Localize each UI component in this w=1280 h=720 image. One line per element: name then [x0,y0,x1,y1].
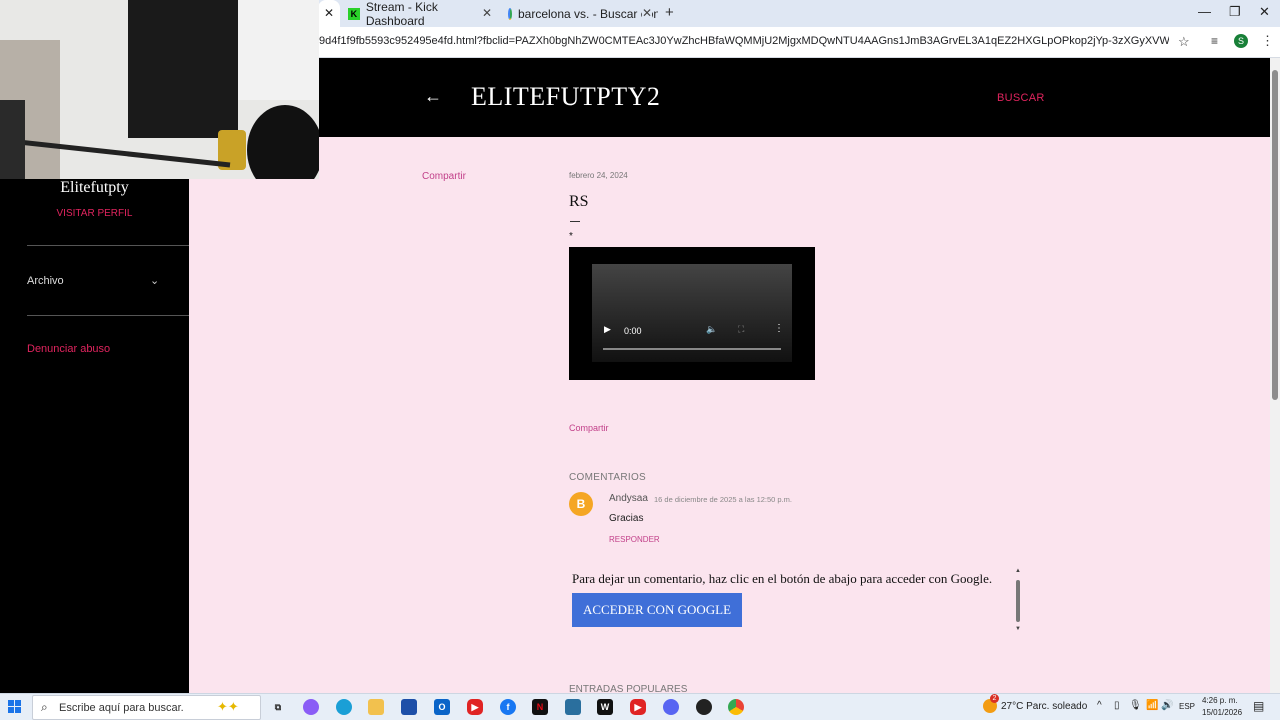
chrome-icon[interactable] [728,699,744,715]
device-icon[interactable]: ▯ [1114,700,1120,711]
discord-icon[interactable] [663,699,679,715]
volume-icon[interactable]: 🔊 [1161,700,1173,711]
copilot-sparkle-icon[interactable]: ✦✦ [217,699,239,715]
scroll-thumb[interactable] [1016,580,1020,622]
file-explorer-icon[interactable] [368,699,384,715]
active-tab-fragment[interactable]: ✕ [318,0,340,27]
google-signin-button[interactable]: ACCEDER CON GOOGLE [572,593,742,627]
post-body-text: * [569,231,573,242]
volume-icon[interactable]: 🔈 [706,324,717,335]
video-player[interactable]: ▶ 0:00 🔈 ⛶ ⋮ [569,247,815,380]
post-date: febrero 24, 2024 [569,171,628,180]
signin-message: Para dejar un comentario, haz clic en el… [572,571,993,586]
back-arrow-icon[interactable]: ← [424,86,442,107]
scroll-down-icon[interactable]: ▼ [1015,626,1021,632]
facebook-icon[interactable]: f [500,699,516,715]
menu-dots-icon[interactable]: ⋮ [1261,33,1274,49]
minimize-icon[interactable]: — [1198,4,1211,19]
scroll-up-icon[interactable]: ▲ [1015,568,1021,574]
network-icon[interactable]: 📶 [1146,700,1158,711]
notifications-icon[interactable]: ▤ [1253,699,1264,713]
store-icon[interactable] [401,699,417,715]
share-button[interactable]: Compartir [422,171,466,182]
media-icon[interactable] [565,699,581,715]
comment-frame-scrollbar[interactable]: ▲ ▼ [1014,568,1022,634]
comments-heading: COMENTARIOS [569,472,647,483]
task-view-icon[interactable]: ⧉ [270,699,286,715]
search-button[interactable]: BUSCAR [997,92,1045,104]
language-indicator[interactable]: ESP [1179,702,1195,711]
restore-icon[interactable]: ❐ [1229,4,1241,20]
more-options-icon[interactable]: ⋮ [774,323,784,334]
netflix-icon[interactable]: N [532,699,548,715]
archive-toggle[interactable]: Archivo [27,275,64,287]
comment-date[interactable]: 16 de diciembre de 2025 a las 12:50 p.m. [654,495,792,504]
google-icon [508,7,512,20]
profile-avatar[interactable]: S [1234,34,1248,48]
comment-text: Gracias [609,513,644,524]
clock-date[interactable]: 15/01/2026 [1202,708,1242,717]
play-icon[interactable]: ▶ [604,324,611,335]
visit-profile-link[interactable]: VISITAR PERFIL [0,208,189,219]
tab-title: Stream - Kick Dashboard [365,0,438,28]
kick-icon: K [348,7,360,20]
bookmark-star-icon[interactable]: ☆ [1178,34,1190,50]
weather-status[interactable]: 27°C Parc. soleado [1001,701,1087,712]
wikipedia-icon[interactable]: W [597,699,613,715]
reply-button[interactable]: RESPONDER [609,535,660,544]
video-progress-bar[interactable] [603,348,781,350]
divider [570,221,580,222]
scroll-thumb[interactable] [1272,70,1278,400]
youtube-icon[interactable]: ▶ [467,699,483,715]
close-icon[interactable]: ✕ [482,6,492,20]
taskbar-search-input[interactable]: ⌕ Escribe aquí para buscar. ✦✦ [32,695,261,720]
post-title[interactable]: RS [569,193,589,211]
fullscreen-icon[interactable]: ⛶ [738,324,744,335]
blog-header: ← ELITEFUTPTY2 BUSCAR [319,58,1270,137]
sidebar: Elitefutpty VISITAR PERFIL Archivo ⌄ Den… [0,179,189,693]
url-field[interactable]: 9d4f1f9fb5593c952495e4fd.html?fbclid=PAZ… [319,35,1169,47]
tab-google-search[interactable]: barcelona vs. - Buscar con Goo ✕ [508,0,658,27]
share-button[interactable]: Compartir [569,423,609,433]
search-icon: ⌕ [41,700,48,714]
clock-time[interactable]: 4:26 p. m. [1202,696,1238,705]
blog-title[interactable]: ELITEFUTPTY2 [471,82,660,112]
search-placeholder: Escribe aquí para buscar. [59,702,184,714]
close-icon[interactable]: ✕ [324,6,334,20]
microphone-icon[interactable]: 🎙 [1129,700,1142,711]
close-icon[interactable]: ✕ [641,6,652,20]
video-frame: ▶ 0:00 🔈 ⛶ ⋮ [592,264,792,362]
edge-icon[interactable] [336,699,352,715]
webcam-overlay [0,0,319,179]
close-window-icon[interactable]: ✕ [1259,4,1270,20]
divider [27,315,189,316]
avatar: B [569,492,593,516]
youtube-icon[interactable]: ▶ [630,699,646,715]
report-abuse-link[interactable]: Denunciar abuso [27,343,110,355]
video-time: 0:00 [624,326,642,336]
chevron-up-icon[interactable]: ^ [1097,700,1102,711]
new-tab-icon[interactable]: + [665,4,674,21]
tab-title: barcelona vs. - Buscar con Goo [518,6,658,21]
weather-badge: 2 [990,694,999,703]
comment-author[interactable]: Andysaa [609,493,648,504]
divider [27,245,189,246]
copilot-icon[interactable] [303,699,319,715]
chevron-down-icon[interactable]: ⌄ [150,274,159,287]
outlook-icon[interactable]: O [434,699,450,715]
taskbar: ⌕ Escribe aquí para buscar. ✦✦ ⧉ O ▶ f N… [0,693,1280,720]
obs-icon[interactable] [696,699,712,715]
page-scrollbar[interactable] [1270,58,1280,693]
webcam-image [0,0,319,179]
tab-kick-dashboard[interactable]: K Stream - Kick Dashboard ✕ [348,0,498,28]
profile-name: Elitefutpty [60,179,129,196]
windows-start-icon[interactable] [8,700,22,714]
media-control-icon[interactable]: ≡ [1211,34,1218,48]
